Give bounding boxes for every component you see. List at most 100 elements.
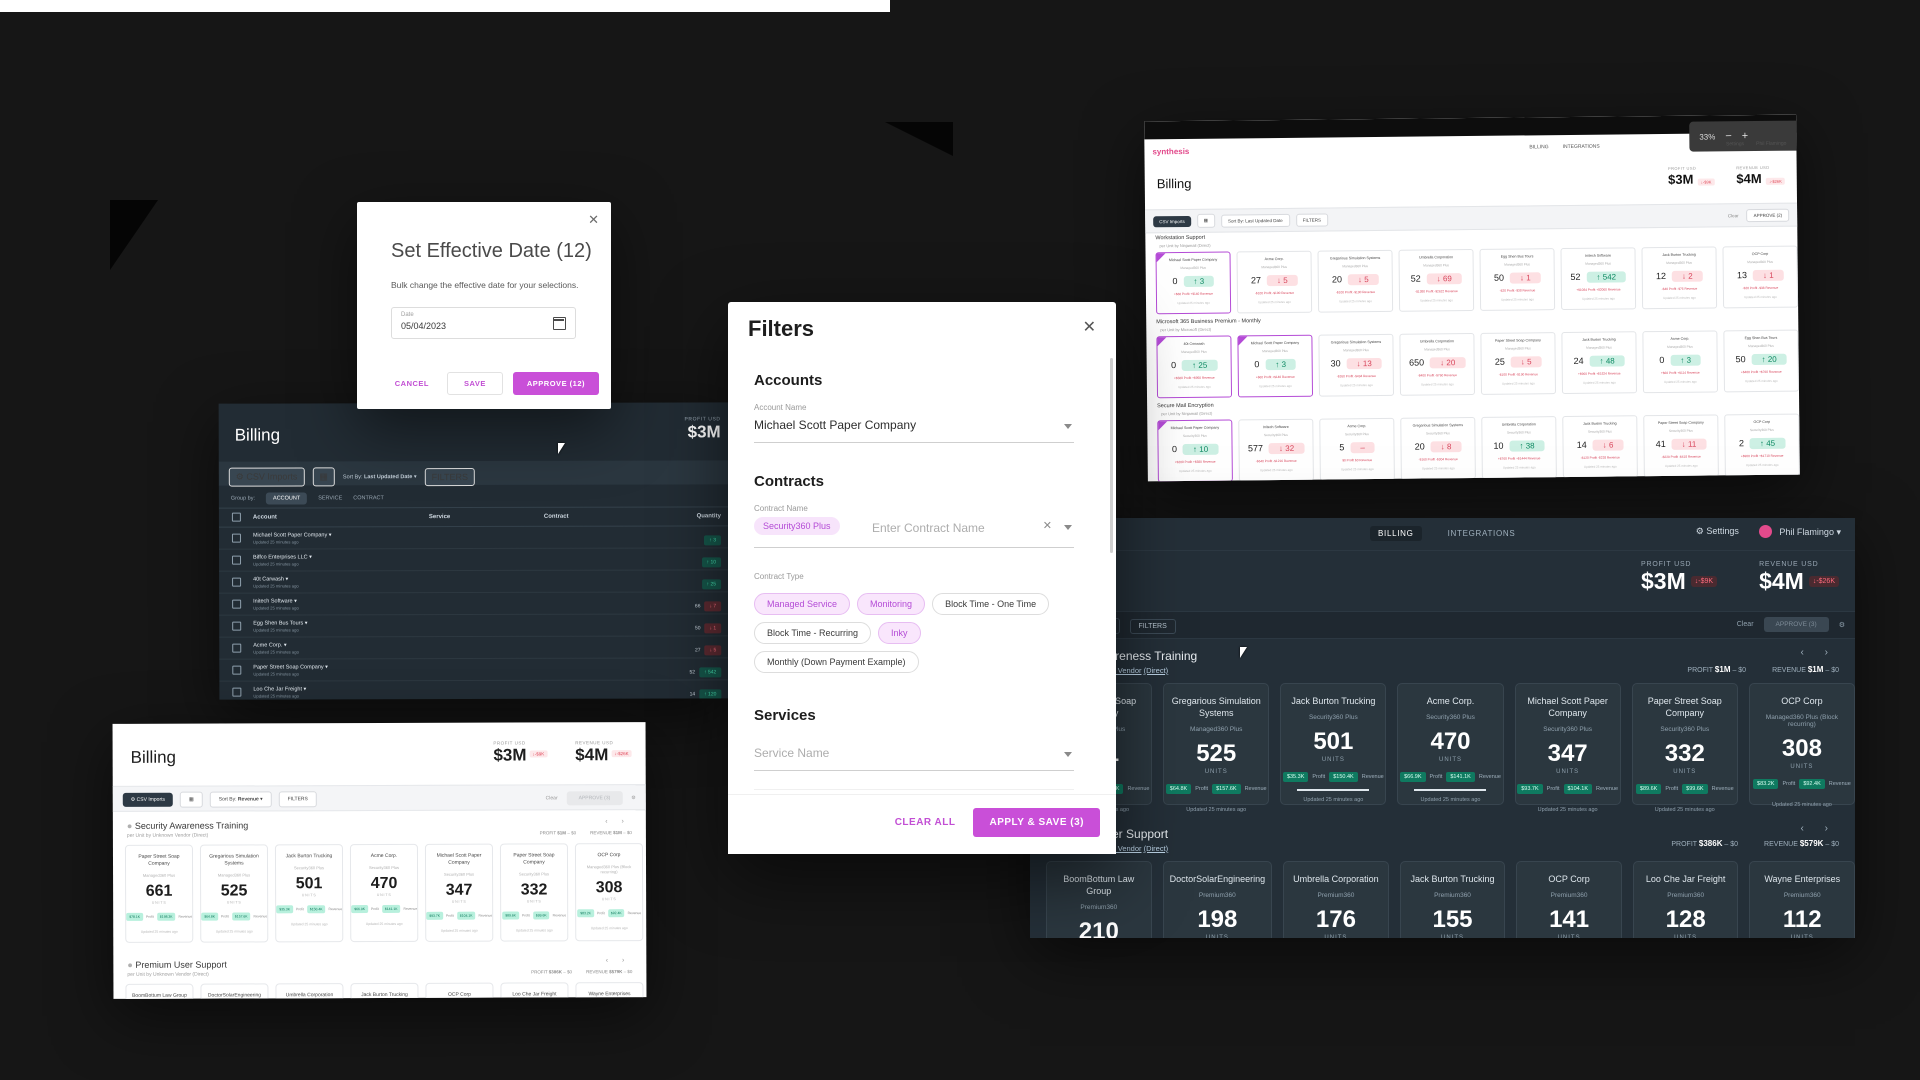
apply-and-save-button[interactable]: APPLY & SAVE (3) — [973, 808, 1100, 837]
account-card[interactable]: OCP Corp Managed360 Plus (Block recurring… — [1748, 683, 1855, 808]
chevron-down-icon[interactable]: ▾ — [294, 598, 297, 604]
row-checkbox[interactable] — [219, 683, 253, 700]
zoomed-card[interactable]: Acme Corp. Security360 Plus 5– $0 Profit $0… — [1319, 417, 1395, 481]
zoomed-card[interactable]: Initech Software Security360 Plus 577 ↓ 32 -… — [1238, 418, 1314, 482]
zoomed-account-area[interactable]: Settings Phil Flamingo — [1726, 141, 1786, 148]
zoomed-approve-button[interactable]: APPROVE (2) — [1746, 208, 1790, 223]
zoomed-card[interactable]: 40t Conwash Managed360 Plus 0 ↑ 25 +$500 Pro… — [1156, 335, 1233, 399]
light-toolbar-left[interactable]: ⚙ CSV Imports ▦ Sort By: Revenue ▾ FILTE… — [122, 791, 317, 808]
contract-type-chip[interactable]: Monthly (Down Payment Example) — [754, 651, 919, 673]
close-icon[interactable]: ✕ — [588, 213, 599, 226]
table-row[interactable]: Michael Scott Paper Company ▾ Updated 25 … — [218, 526, 731, 550]
light-clear-button[interactable]: Clear — [546, 795, 558, 801]
chevron-down-icon[interactable]: ▾ — [329, 532, 332, 538]
table-row[interactable]: Loo Che Jar Freight ▾ Updated 25 minutes … — [219, 680, 732, 700]
account-card[interactable]: DoctorSolarEngineering Premium360 198UNITS… — [1162, 861, 1273, 938]
zoomed-filters-button[interactable]: FILTERS — [1295, 213, 1329, 227]
zoomed-card[interactable]: Egg Shen Bus Tours Managed360 Plus 50 ↑ 20 +… — [1723, 329, 1799, 393]
zoomed-card[interactable]: Egg Shen Bus Tours Managed360 Plus 50 ↓ 1 -$… — [1479, 248, 1556, 311]
contract-type-chip[interactable]: Block Time - Recurring — [754, 622, 872, 644]
light-account-card[interactable]: Jack Burton Trucking — [350, 982, 419, 999]
light-approve-button[interactable]: APPROVE (3) — [566, 791, 623, 806]
table-row[interactable]: Acme Corp. ▾ Updated 25 minutes ago 27 ↓ 5 — [219, 636, 732, 660]
light-filters-button[interactable]: FILTERS — [278, 791, 317, 808]
column-quantity[interactable]: Quantity — [649, 513, 731, 519]
service-name-select[interactable]: Service Name — [754, 744, 1074, 771]
table-view-toggle-icon[interactable]: ▦ — [312, 467, 335, 487]
zoomed-toolbar-right[interactable]: Clear APPROVE (2) — [1728, 208, 1790, 223]
zoomed-sort-by-select[interactable]: Sort By: Last Updated Date — [1220, 213, 1290, 228]
zoomed-card[interactable]: Umbrella Corporation Managed360 Plus 52 ↓ 6… — [1398, 248, 1475, 312]
light-sort-by-select[interactable]: Sort By: Revenue ▾ — [209, 791, 272, 808]
row-checkbox[interactable] — [219, 595, 253, 613]
group-0-pager[interactable]: ‹ › — [1801, 647, 1837, 658]
more-options-icon[interactable]: ⚙ — [1839, 621, 1845, 629]
zoomed-card[interactable]: Gregarious Simulation Systems Managed360 … — [1317, 249, 1394, 313]
zoomed-card[interactable]: Acme Corp. Managed360 Plus 0 ↑ 3 +$60 Profit… — [1642, 330, 1719, 394]
contract-token-security360plus[interactable]: Security360 Plus — [754, 517, 840, 535]
cancel-button[interactable]: CANCEL — [387, 373, 437, 394]
table-filters-button[interactable]: FILTERS — [424, 467, 475, 486]
table-panel-toolbar-left[interactable]: ⚙ CSV Imports ▦ Sort By: Last Updated Da… — [228, 467, 475, 487]
table-group-by-inner[interactable]: Group by: ACCOUNT SERVICE CONTRACT — [231, 492, 384, 505]
row-checkbox[interactable] — [219, 639, 253, 657]
light-group-0-pager[interactable]: ‹ › — [605, 818, 630, 825]
account-card[interactable]: Gregarious Simulation Systems Managed360 … — [1163, 683, 1270, 813]
chevron-down-icon[interactable]: ▾ — [309, 554, 312, 560]
zoomed-card[interactable]: Umbrella Corporation Security360 Plus 10 ↑ … — [1481, 416, 1557, 479]
zoomed-user-link[interactable]: Phil Flamingo — [1756, 141, 1786, 147]
account-card[interactable]: Michael Scott Paper Company Security360 P… — [1514, 683, 1621, 813]
zoomed-toolbar-left[interactable]: CSV Imports ▦ Sort By: Last Updated Date… — [1153, 213, 1329, 229]
select-all-checkbox[interactable] — [219, 512, 253, 523]
zoomed-card[interactable]: Jack Burton Trucking Security360 Plus 14 ↓ … — [1562, 415, 1638, 479]
light-account-card[interactable]: Gregarious Simulation Systems Managed360 … — [199, 844, 269, 943]
date-field-value[interactable]: 05/04/2023 — [401, 321, 446, 331]
light-more-options-icon[interactable]: ⚙ — [631, 795, 636, 801]
contract-type-chip[interactable]: Block Time - One Time — [932, 593, 1050, 615]
light-account-card[interactable]: Acme Corp. Security360 Plus 470 UNITS $66.9K… — [349, 843, 419, 943]
zoomed-nav-integrations[interactable]: INTEGRATIONS — [1563, 144, 1600, 150]
row-checkbox[interactable] — [219, 661, 253, 679]
zoomed-settings-link[interactable]: Settings — [1726, 141, 1744, 147]
account-card[interactable]: Paper Street Soap Company Security360 Plu… — [1631, 683, 1738, 813]
account-card[interactable]: Wayne EnterprisesPremium360112UNITS$21.8… — [1749, 861, 1855, 938]
row-checkbox[interactable] — [219, 551, 253, 569]
account-name-select[interactable]: Michael Scott Paper Company — [754, 416, 1074, 443]
tab-integrations[interactable]: INTEGRATIONS — [1440, 526, 1524, 541]
contract-type-chip[interactable]: Inky — [878, 622, 921, 644]
table-row[interactable]: Paper Street Soap Company ▾ Updated 25 mi… — [219, 658, 732, 682]
column-contract[interactable]: Contract — [544, 514, 649, 520]
light-account-card[interactable]: DoctorSolarEngineering — [200, 983, 269, 999]
main-dark-toolbar-right[interactable]: Clear APPROVE (3) ⚙ — [1737, 617, 1845, 632]
chevron-down-icon[interactable]: ▾ — [284, 642, 287, 648]
chevron-down-icon[interactable]: ▾ — [325, 664, 328, 670]
zoomed-card[interactable]: Michael Scott Paper Company Security360 P… — [1157, 419, 1233, 482]
group-1-sub-direct[interactable]: (Direct) — [1144, 844, 1169, 853]
settings-link[interactable]: ⚙ Settings — [1696, 526, 1739, 537]
account-card[interactable]: OCP CorpPremium360141UNITS$27.4KProfit$4… — [1516, 861, 1622, 938]
account-card[interactable]: Jack Burton TruckingPremium360155UNITS$3… — [1399, 861, 1506, 938]
zoomed-card[interactable]: Acme Corp. Managed360 Plus 27 ↓ 5 -$100 Prof… — [1236, 250, 1313, 314]
contract-type-chip[interactable]: Monitoring — [857, 593, 926, 615]
chevron-down-icon[interactable]: ▾ — [305, 620, 308, 626]
group-1-pager[interactable]: ‹ › — [1801, 823, 1837, 834]
row-checkbox[interactable] — [219, 529, 253, 547]
zoomed-nav[interactable]: BILLING INTEGRATIONS — [1529, 144, 1599, 151]
date-field[interactable]: Date 05/04/2023 — [391, 307, 576, 339]
contract-name-input[interactable]: Security360 Plus Enter Contract Name ✕ — [754, 517, 1074, 548]
clear-button[interactable]: Clear — [1737, 621, 1754, 628]
light-account-card[interactable]: OCP Corp — [425, 982, 494, 999]
zoomed-card[interactable]: OCP Corp Security360 Plus 2 ↑ 45 +$900 Profi… — [1724, 413, 1800, 477]
light-account-card[interactable]: Jack Burton Trucking Security360 Plus 501 U… — [274, 844, 344, 943]
zoomed-card[interactable]: Paper Street Soap Company Security360 Plu… — [1643, 414, 1719, 478]
table-row[interactable]: 40t Carwash ▾ Updated 25 minutes ago ↑ 25 — [219, 570, 732, 594]
calendar-icon[interactable] — [552, 317, 566, 330]
zoomed-csv-imports-button[interactable]: CSV Imports — [1153, 215, 1191, 227]
group-0-sub-direct[interactable]: (Direct) — [1144, 666, 1169, 675]
clear-all-button[interactable]: CLEAR ALL — [889, 811, 962, 834]
clear-contract-icon[interactable]: ✕ — [1043, 519, 1052, 532]
zoomed-nav-billing[interactable]: BILLING — [1529, 144, 1548, 150]
zoomed-card[interactable]: Jack Burton Trucking Managed360 Plus 12 ↓ 2… — [1641, 246, 1718, 310]
zoomed-card[interactable]: Michael Scott Paper Company Managed360 Pl… — [1155, 251, 1232, 315]
light-toolbar-right[interactable]: Clear APPROVE (3) ⚙ — [546, 791, 636, 806]
